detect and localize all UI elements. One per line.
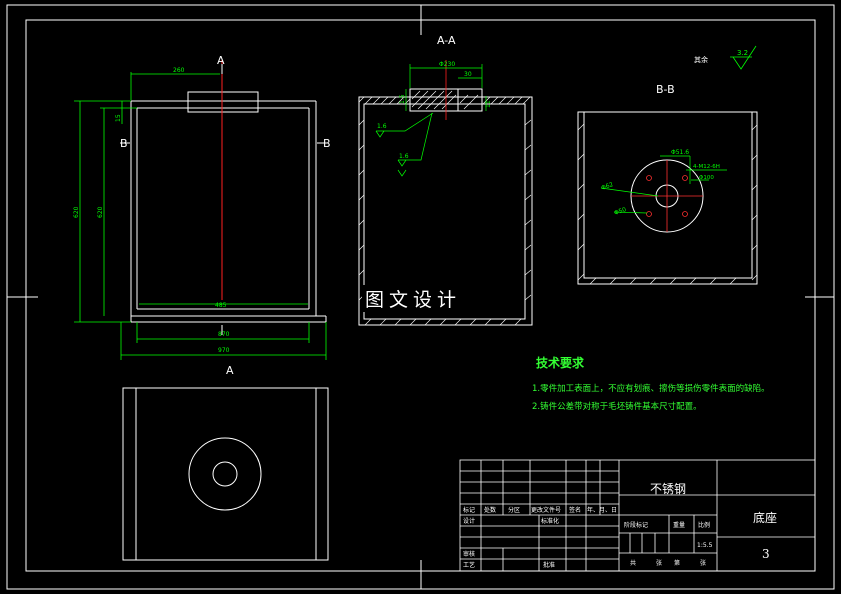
row-approve-label: 批准 bbox=[543, 561, 555, 569]
title-scale: 1:5.5 bbox=[697, 542, 713, 549]
dim-aa-small-top: 30 bbox=[464, 71, 472, 78]
stage-label-1: 重量 bbox=[673, 521, 685, 529]
dim-width-870: 870 bbox=[218, 331, 230, 338]
header-label-2: 分区 bbox=[508, 506, 520, 514]
header-label-5: 年、月、日 bbox=[587, 506, 617, 514]
roughness-note: 其余 3.2 bbox=[694, 45, 757, 70]
roughness-note-value: 3.2 bbox=[737, 49, 748, 57]
row-design-label: 设计 bbox=[463, 517, 475, 525]
roughness-note-label: 其余 bbox=[694, 55, 708, 64]
sheet-label-3: 张 bbox=[700, 559, 706, 567]
section-bb-title: B-B bbox=[656, 83, 675, 96]
plan-view bbox=[122, 387, 329, 561]
tech-requirement-1: 1.零件加工表面上，不应有划痕、擦伤等损伤零件表面的缺陷。 bbox=[532, 383, 770, 394]
section-marker-a-top: A bbox=[217, 54, 225, 67]
roughness-aa-2: 1.6 bbox=[399, 153, 409, 160]
row-process-label: 工艺 bbox=[463, 561, 475, 569]
section-aa-view: A-A Φ230 30 1.5 11 1.6 1.6 bbox=[358, 34, 533, 326]
dim-bb-bottom-left: Φ50 bbox=[613, 206, 627, 217]
dim-height-inner: 620 bbox=[97, 206, 104, 218]
dim-bb-left: Φ62 bbox=[600, 181, 614, 192]
row-check-label: 审核 bbox=[463, 550, 475, 558]
section-marker-a-bottom: A bbox=[226, 364, 234, 377]
header-label-0: 标记 bbox=[463, 506, 475, 514]
dim-bb-top: Φ51.6 bbox=[671, 149, 689, 156]
sheet-label-0: 共 bbox=[630, 559, 636, 567]
sheet-label-1: 张 bbox=[656, 559, 662, 567]
tech-requirements-title: 技术要求 bbox=[536, 355, 585, 370]
dim-width-970: 970 bbox=[218, 347, 230, 354]
dim-bb-right-1: 4-M12-6H bbox=[693, 164, 720, 170]
dim-height-outer: 620 bbox=[73, 206, 80, 218]
dim-aa-top-width: Φ230 bbox=[439, 61, 455, 68]
title-material: 不锈钢 bbox=[650, 482, 686, 496]
stage-label-2: 比例 bbox=[698, 521, 710, 529]
section-marker-b-right: B bbox=[323, 137, 331, 150]
watermark-text: 图文设计 bbox=[362, 285, 465, 312]
dim-aa-left-vert: 1.5 bbox=[399, 94, 406, 104]
row-standard-label: 标准化 bbox=[541, 517, 559, 525]
section-marker-b-left: B bbox=[120, 137, 128, 150]
section-bb-view: B-B Φ51.6 4-M12-6H Φ100 Φ62 Φ50 bbox=[577, 83, 758, 285]
header-label-4: 签名 bbox=[569, 506, 581, 514]
title-part-name: 底座 bbox=[753, 510, 777, 525]
technical-requirements: 技术要求 1.零件加工表面上，不应有划痕、擦伤等损伤零件表面的缺陷。 2.铸件公… bbox=[532, 355, 770, 412]
header-label-3: 更改文件号 bbox=[531, 506, 561, 514]
dim-aa-right-vert: 11 bbox=[485, 100, 492, 108]
section-aa-title: A-A bbox=[437, 34, 456, 47]
stage-label-0: 阶段标记 bbox=[624, 521, 648, 529]
title-drawing-number: 3 bbox=[762, 547, 770, 561]
sheet-label-2: 第 bbox=[674, 559, 680, 567]
roughness-aa-1: 1.6 bbox=[377, 123, 387, 130]
dim-bb-right-2: Φ100 bbox=[699, 175, 714, 181]
title-block: 不锈钢 底座 3 1:5.5 标记 处数 分区 更改文件号 签名 年、月、日 设… bbox=[459, 459, 816, 572]
dim-inner-width: 485 bbox=[215, 302, 227, 309]
dim-small-vertical: 15 bbox=[115, 114, 122, 122]
front-view: A A B B 260 620 620 15 485 870 970 bbox=[73, 54, 331, 377]
dim-top-left-width: 260 bbox=[173, 67, 185, 74]
header-label-1: 处数 bbox=[484, 506, 496, 514]
tech-requirement-2: 2.铸件公差带对称于毛坯铸件基本尺寸配置。 bbox=[532, 401, 702, 412]
